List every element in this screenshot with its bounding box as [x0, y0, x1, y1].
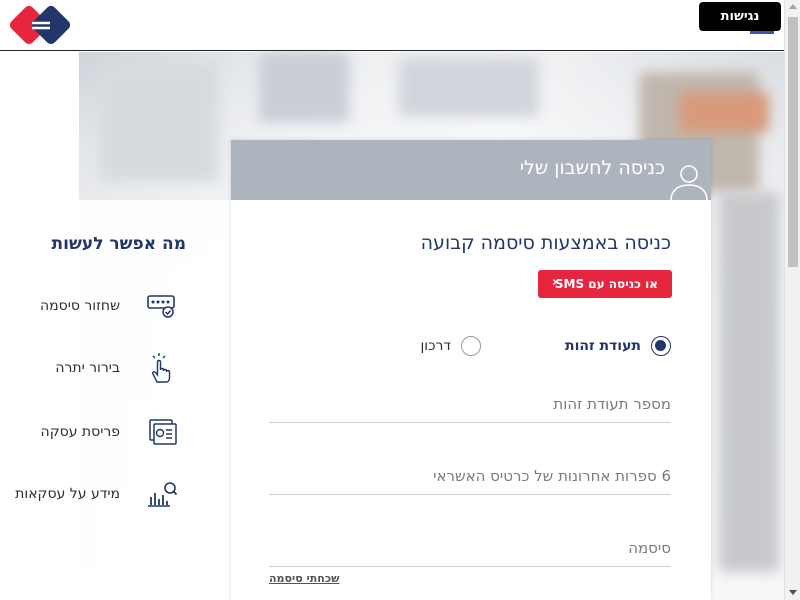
- features-panel: [0, 200, 232, 600]
- scroll-thumb[interactable]: [788, 17, 798, 267]
- login-page: מה אפשר לעשות שחזור סיסמה בירור יתרה פרי…: [0, 0, 800, 600]
- feature-label: פריסת עסקה: [40, 424, 120, 440]
- id-number-field[interactable]: מספר תעודת זהות: [269, 383, 671, 423]
- feature-item-installments[interactable]: פריסת עסקה: [0, 416, 186, 452]
- card-statement-icon: [149, 419, 177, 445]
- password-check-icon: [147, 295, 175, 318]
- scroll-down-arrow-icon[interactable]: [789, 590, 797, 595]
- card-digits-placeholder: 6 ספרות אחרונות של כרטיס האשראי: [433, 467, 671, 485]
- sms-login-button[interactable]: או כניסה עם SMS ‹: [538, 270, 672, 298]
- feature-label: בירור יתרה: [55, 360, 120, 376]
- site-header: נגישות: [0, 0, 784, 51]
- radio-option-id-card[interactable]: תעודת זהות: [565, 336, 671, 356]
- login-header-title: כניסה לחשבון שלי: [519, 157, 665, 179]
- password-placeholder: סיסמה: [628, 539, 671, 557]
- feature-item-balance[interactable]: בירור יתרה: [0, 352, 186, 388]
- feature-item-password-recovery[interactable]: שחזור סיסמה: [0, 290, 186, 326]
- radio-option-passport[interactable]: דרכון: [420, 336, 482, 356]
- login-card: כניסה לחשבון שלי כניסה באמצעות סיסמה קבו…: [231, 140, 711, 600]
- feature-label: שחזור סיסמה: [39, 298, 120, 314]
- brand-logo[interactable]: [8, 4, 76, 48]
- sms-button-label: או כניסה עם SMS: [554, 277, 658, 291]
- password-field[interactable]: סיסמה: [269, 527, 671, 567]
- page-scrollbar[interactable]: [784, 0, 800, 600]
- features-title: מה אפשר לעשות: [51, 234, 186, 254]
- radio-button-passport[interactable]: [461, 336, 482, 356]
- login-card-header: כניסה לחשבון שלי: [231, 140, 711, 200]
- radio-label-passport: דרכון: [420, 338, 452, 354]
- accessibility-underline: [750, 31, 774, 34]
- radio-label-id-card: תעודת זהות: [565, 338, 641, 354]
- feature-label: מידע על עסקאות: [15, 486, 120, 502]
- feature-item-transactions[interactable]: מידע על עסקאות: [0, 478, 186, 514]
- card-digits-field[interactable]: 6 ספרות אחרונות של כרטיס האשראי: [269, 455, 671, 495]
- chevron-left-icon: ‹: [552, 275, 558, 290]
- login-title: כניסה באמצעות סיסמה קבועה: [420, 232, 671, 254]
- chart-search-icon: [148, 482, 178, 507]
- id-type-radio-group: תעודת זהות דרכון: [420, 336, 671, 356]
- radio-button-id-card[interactable]: [651, 336, 671, 356]
- accessibility-button[interactable]: נגישות: [699, 2, 781, 31]
- scroll-up-arrow-icon[interactable]: [789, 4, 797, 9]
- id-number-placeholder: מספר תעודת זהות: [553, 395, 671, 413]
- touch-hand-icon: [152, 353, 171, 383]
- user-icon: [670, 165, 708, 200]
- forgot-password-link[interactable]: שכחתי סיסמה: [269, 572, 339, 585]
